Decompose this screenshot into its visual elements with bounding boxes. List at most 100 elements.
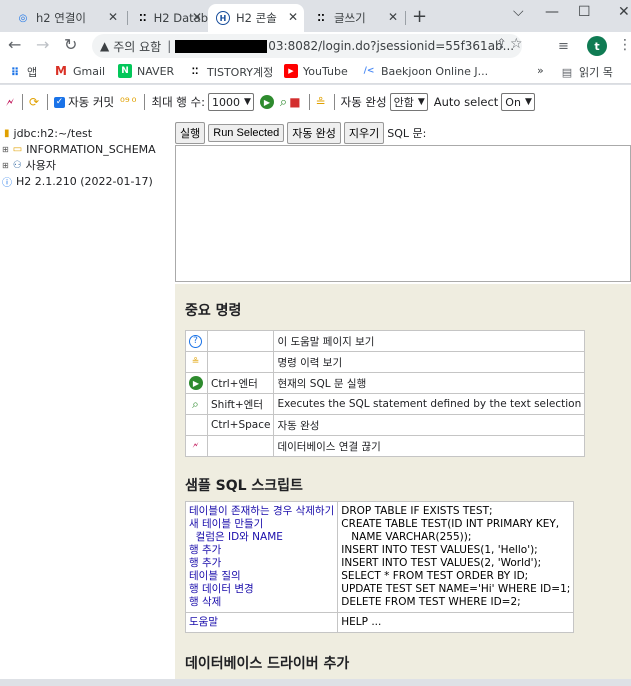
table-cell <box>185 414 208 436</box>
new-tab-button[interactable]: + <box>412 6 427 27</box>
sample-link[interactable]: 행 추가 <box>189 544 334 557</box>
sql-editor[interactable] <box>175 145 631 282</box>
sample-link[interactable]: 행 삭제 <box>189 596 334 609</box>
table-row: ≗ 명령 이력 보기 <box>185 351 586 373</box>
table-cell: Ctrl+엔터 <box>206 372 275 394</box>
close-icon[interactable]: ✕ <box>192 10 202 24</box>
history-icon[interactable]: ≗ <box>316 95 326 109</box>
run-selected-button[interactable]: Run Selected <box>208 124 285 142</box>
reading-mode-icon[interactable]: ≡ <box>558 39 569 54</box>
history-icon[interactable]: ≗ <box>189 356 202 369</box>
expand-plus-icon[interactable]: ⊞ <box>2 161 9 170</box>
rollback-icon[interactable]: ⁰⁹ <box>120 95 130 109</box>
max-rows-value: 1000 <box>212 95 240 109</box>
close-icon[interactable]: ✕ <box>288 10 298 24</box>
tree-item-information-schema[interactable]: ⊞ ▭ INFORMATION_SCHEMA <box>0 141 175 157</box>
run-button[interactable]: 실행 <box>175 122 206 144</box>
reload-button[interactable]: ↻ <box>64 35 77 54</box>
sample-link[interactable]: 행 추가 <box>189 557 334 570</box>
sample-sql-table: 테이블이 존재하는 경우 삭제하기 새 테이블 만들기 컬럼은 ID와 NAME… <box>184 501 575 633</box>
bookmark-youtube[interactable]: ▶ YouTube <box>284 64 348 78</box>
globe-icon: ◎ <box>18 12 28 24</box>
bookmark-tistory[interactable]: ⁚⁚ TISTORY계정 <box>188 64 274 80</box>
bookmark-label: TISTORY계정 <box>207 66 274 79</box>
sample-link[interactable]: 테이블이 존재하는 경우 삭제하기 <box>189 505 334 518</box>
tree-item-connection[interactable]: ▮ jdbc:h2:~/test <box>0 125 175 141</box>
tree-label: 사용자 <box>25 159 57 172</box>
checkbox-checked-icon: ✓ <box>54 96 66 108</box>
sample-link[interactable]: 테이블 질의 <box>189 570 334 583</box>
run-selected-icon[interactable]: ⌕ <box>280 95 287 110</box>
tab-search-chevron-icon[interactable]: ⌵ <box>513 4 524 20</box>
run-button[interactable]: ▶ <box>259 95 274 109</box>
address-bar[interactable]: ▲ 주의 요함 | 03:8082/login.do?jsessionid=55… <box>92 34 522 58</box>
tistory-icon: ⁚⁚ <box>139 12 147 24</box>
naver-icon: N <box>118 64 132 78</box>
tab-h2-database[interactable]: ⁚⁚ H2 Datab ✕ <box>130 4 208 32</box>
browser-tab-strip: ◎ h2 연결이 ✕ ⁚⁚ H2 Datab ✕ H H2 콘솔 ✕ ⁚⁚ 글쓰… <box>0 0 631 32</box>
run-selected-icon[interactable]: ⌕ <box>189 397 202 411</box>
tab-title: h2 연결이 <box>36 11 87 25</box>
tab-h2-console[interactable]: H H2 콘솔 ✕ <box>208 4 304 32</box>
close-icon[interactable]: ✕ <box>388 10 398 24</box>
help-link[interactable]: 도움말 <box>189 616 334 629</box>
table-cell <box>206 435 275 457</box>
table-cell: Executes the SQL statement defined by th… <box>273 393 586 415</box>
window-close-button[interactable]: ✕ <box>618 4 630 20</box>
tab-title: 글쓰기 <box>334 11 366 25</box>
avatar[interactable]: t <box>587 36 607 56</box>
sample-link[interactable]: 새 테이블 만들기 <box>189 518 334 531</box>
info-icon: ⓘ <box>2 177 12 189</box>
autocommit-toggle[interactable]: ✓ 자동 커밋 <box>54 94 114 110</box>
autocomplete-button[interactable]: 자동 완성 <box>287 122 341 144</box>
bookmarks-bar: ⠿ 앱 M Gmail N NAVER ⁚⁚ TISTORY계정 ▶ YouTu… <box>0 60 631 84</box>
reading-list-button[interactable]: ▤ 읽기 목 <box>560 64 613 80</box>
sample-code: SELECT * FROM TEST ORDER BY ID; <box>341 570 529 582</box>
sample-link[interactable]: 컬럼은 ID와 NAME <box>189 531 334 544</box>
bookmark-baekjoon[interactable]: /< Baekjoon Online J... <box>362 64 489 78</box>
table-cell <box>206 351 275 373</box>
refresh-icon[interactable]: ⟳ <box>29 95 39 109</box>
bookmark-naver[interactable]: N NAVER <box>118 64 174 78</box>
forward-button[interactable]: → <box>36 35 49 54</box>
bookmark-gmail[interactable]: M Gmail <box>54 64 105 78</box>
commit-icon[interactable]: ⁰ <box>132 95 137 109</box>
minimize-button[interactable]: — <box>545 4 559 20</box>
more-menu-icon[interactable]: ⋮ <box>618 37 631 53</box>
disconnect-icon[interactable]: 🗲 <box>189 440 202 453</box>
share-icon[interactable]: ⇪ <box>496 37 507 52</box>
table-row: 테이블이 존재하는 경우 삭제하기 새 테이블 만들기 컬럼은 ID와 NAME… <box>184 501 575 613</box>
help-icon[interactable]: ? <box>189 334 202 348</box>
address-divider: | <box>167 39 172 53</box>
maximize-button[interactable]: ☐ <box>578 4 591 20</box>
tab-write-post[interactable]: ⁚⁚ 글쓰기 ✕ <box>306 4 404 32</box>
disconnect-icon[interactable]: 🗲 <box>6 95 14 110</box>
max-rows-select[interactable]: 1000 ▼ <box>208 93 254 111</box>
chevron-down-icon: ▼ <box>244 97 251 107</box>
autocomplete-select[interactable]: 안함 ▼ <box>389 93 428 111</box>
tistory-icon: ⁚⁚ <box>317 12 325 24</box>
autocomplete-label: 자동 완성 <box>340 95 387 109</box>
sample-link[interactable]: 행 데이터 변경 <box>189 583 334 596</box>
autoselect-select[interactable]: On ▼ <box>501 93 535 111</box>
bookmarks-overflow-button[interactable]: » <box>537 64 544 77</box>
bookmark-apps[interactable]: ⠿ 앱 <box>8 64 37 80</box>
bookmark-star-icon[interactable]: ☆ <box>510 36 523 52</box>
toolbar-divider <box>333 94 335 110</box>
cancel-icon[interactable]: ■ <box>289 95 300 109</box>
run-icon[interactable]: ▶ <box>189 376 203 390</box>
tree-item-users[interactable]: ⊞ ⚇ 사용자 <box>0 157 175 173</box>
table-row: Ctrl+Space 자동 완성 <box>185 414 586 436</box>
database-icon: ▮ <box>4 127 10 139</box>
sample-code: INSERT INTO TEST VALUES(1, 'Hello'); <box>341 544 538 556</box>
back-button[interactable]: ← <box>8 35 21 54</box>
folder-icon: ▭ <box>12 143 23 155</box>
close-icon[interactable]: ✕ <box>108 10 118 24</box>
clear-button[interactable]: 지우기 <box>343 122 385 144</box>
table-cell <box>206 330 275 352</box>
tab-h2-connection[interactable]: ◎ h2 연결이 ✕ <box>8 4 124 32</box>
autocommit-label: 자동 커밋 <box>68 95 115 109</box>
tistory-icon: ⁚⁚ <box>191 67 199 77</box>
expand-plus-icon[interactable]: ⊞ <box>2 145 9 154</box>
sample-code: UPDATE TEST SET NAME='Hi' WHERE ID=1; <box>341 583 571 595</box>
